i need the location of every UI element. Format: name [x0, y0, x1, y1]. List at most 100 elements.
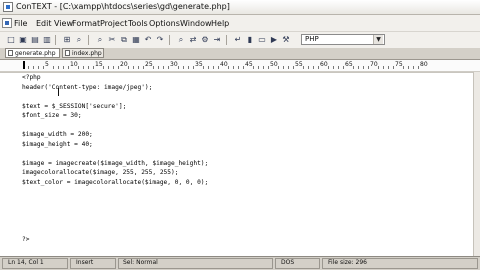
- ruler-tick: [208, 66, 209, 69]
- ruler-tick: [238, 66, 239, 69]
- window: ConTEXT - [C:\xampp\htdocs\series\gd\gen…: [0, 0, 480, 270]
- line-ending-format: DOS: [281, 259, 295, 266]
- ruler-tick: [113, 66, 114, 69]
- ruler-label: 15: [95, 61, 103, 68]
- ruler-tick: [158, 66, 159, 69]
- menu-edit[interactable]: Edit: [36, 18, 52, 29]
- ruler-tick: [283, 66, 284, 69]
- ruler-tick: [228, 66, 229, 69]
- ruler-tick: [303, 66, 304, 69]
- ruler-tick: [183, 66, 184, 69]
- undo-icon[interactable]: ↶: [143, 35, 153, 45]
- menu-view[interactable]: View: [54, 18, 73, 29]
- ruler-tick: [343, 66, 344, 69]
- run-icon[interactable]: ▶: [269, 35, 279, 45]
- ruler-tick: [333, 66, 334, 69]
- ruler-tick: [408, 66, 409, 69]
- save-icon[interactable]: ▤: [30, 35, 40, 45]
- ruler-tick: [138, 66, 139, 69]
- ruler-tick: [188, 66, 189, 69]
- indent-icon[interactable]: ⇥: [212, 35, 222, 45]
- ruler-tick: [103, 66, 104, 69]
- ruler-tick: [403, 66, 404, 69]
- insert-mode: Insert: [76, 259, 94, 266]
- ruler-tick: [388, 66, 389, 69]
- ruler-label: 75: [395, 61, 403, 68]
- ruler-tick: [258, 66, 259, 69]
- ruler-tick: [353, 66, 354, 69]
- code-line: $text_color = imagecolorallocate($image,…: [22, 178, 209, 186]
- bookmark-icon[interactable]: ▮: [245, 35, 255, 45]
- toolbar-separator: [226, 35, 227, 45]
- cursor-position: Ln 14, Col 1: [8, 259, 44, 266]
- ruler-tick: [43, 66, 44, 69]
- menu-format[interactable]: Format: [72, 18, 100, 29]
- ruler-marker: [23, 61, 25, 69]
- cut-icon[interactable]: ✂: [107, 35, 117, 45]
- ruler-tick: [313, 66, 314, 69]
- word-wrap-icon[interactable]: ↵: [233, 35, 243, 45]
- ruler-tick: [58, 66, 59, 69]
- preview-icon[interactable]: ⌕: [74, 35, 84, 45]
- toolbar-separator: [55, 35, 56, 45]
- tab-index-php[interactable]: index.php: [62, 48, 104, 58]
- ruler-tick: [143, 66, 144, 69]
- block-icon[interactable]: ▭: [257, 35, 267, 45]
- code-line: header('Content-type: image/jpeg');: [22, 83, 153, 91]
- code-line: <?php: [22, 74, 41, 81]
- ruler-tick: [78, 66, 79, 69]
- find-icon[interactable]: ⌕: [95, 35, 105, 45]
- paste-icon[interactable]: ▦: [131, 35, 141, 45]
- ruler-tick: [393, 66, 394, 69]
- ruler-tick: [308, 66, 309, 69]
- ruler-label: 60: [320, 61, 328, 68]
- ruler-tick: [383, 66, 384, 69]
- ruler-tick: [233, 66, 234, 69]
- ruler-tick: [213, 66, 214, 69]
- ruler-tick: [413, 66, 414, 69]
- tab-generate-php[interactable]: generate.php: [5, 48, 60, 58]
- ruler-tick: [168, 66, 169, 69]
- title-bar: ConTEXT - [C:\xampp\htdocs\series\gd\gen…: [0, 0, 480, 15]
- ruler-tick: [178, 66, 179, 69]
- menu-options[interactable]: Options: [149, 18, 180, 29]
- highlighter-value: PHP: [305, 35, 319, 43]
- ruler-label: 55: [295, 61, 303, 68]
- ruler-tick: [418, 66, 419, 69]
- ruler-tick: [268, 66, 269, 69]
- tools-icon[interactable]: ⚙: [200, 35, 210, 45]
- selection-mode: Sel: Normal: [123, 259, 158, 266]
- menu-tools[interactable]: Tools: [128, 18, 148, 29]
- ruler-tick: [38, 66, 39, 69]
- menu-file[interactable]: File: [14, 18, 27, 29]
- ruler-tick: [193, 66, 194, 69]
- menu-window[interactable]: Window: [180, 18, 212, 29]
- settings-icon[interactable]: ⚒: [281, 35, 291, 45]
- ruler-tick: [128, 66, 129, 69]
- status-bar: Ln 14, Col 1 Insert Sel: Normal DOS File…: [0, 256, 480, 270]
- code-line: $image_width = 200;: [22, 131, 93, 138]
- copy-icon[interactable]: ⧉: [119, 35, 129, 45]
- ruler-label: 65: [345, 61, 353, 68]
- highlighter-select[interactable]: PHP ▼: [301, 34, 385, 45]
- menu-project[interactable]: Project: [100, 18, 127, 29]
- menu-help[interactable]: Help: [211, 18, 229, 29]
- print-icon[interactable]: ⊞: [62, 35, 72, 45]
- open-folder-icon[interactable]: ▣: [18, 35, 28, 45]
- vertical-scrollbar[interactable]: [473, 72, 480, 256]
- replace-icon[interactable]: ⇄: [188, 35, 198, 45]
- code-line: ?>: [22, 235, 30, 243]
- ruler-tick: [83, 66, 84, 69]
- save-all-icon[interactable]: ▥: [42, 35, 52, 45]
- ruler-tick: [368, 66, 369, 69]
- ruler-tick: [278, 66, 279, 69]
- chevron-down-icon[interactable]: ▼: [373, 35, 383, 44]
- ruler-tick: [358, 66, 359, 69]
- code-line: $text = $_SESSION['secure'];: [22, 102, 127, 110]
- find-next-icon[interactable]: ⌕: [176, 35, 186, 45]
- ruler-tick: [363, 66, 364, 69]
- code-editor[interactable]: <?php header('Content-type: image/jpeg');…: [0, 72, 474, 256]
- redo-icon[interactable]: ↷: [155, 35, 165, 45]
- code-line: $image_height = 40;: [22, 140, 93, 148]
- new-file-icon[interactable]: □: [6, 35, 16, 45]
